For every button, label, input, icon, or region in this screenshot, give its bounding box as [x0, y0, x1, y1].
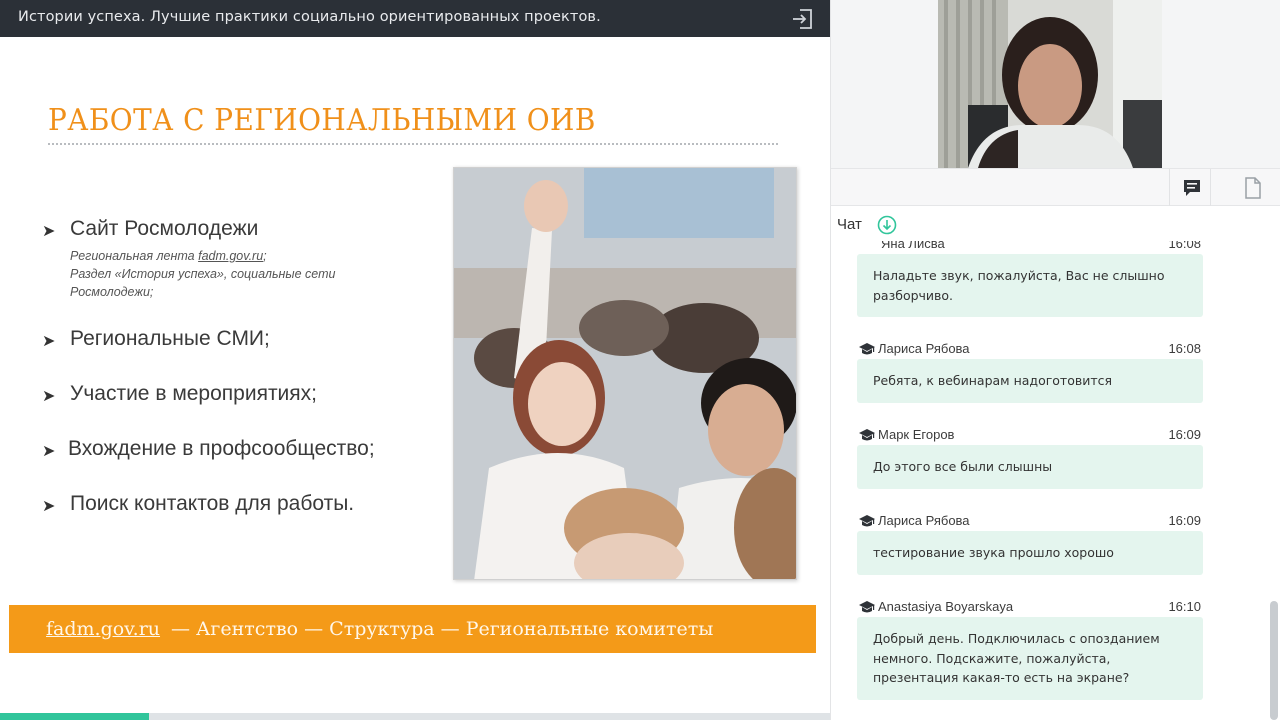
scroll-down-icon[interactable]: [877, 215, 897, 235]
title-divider: [48, 143, 778, 145]
bullet-subtext: Росмолодежи;: [70, 285, 154, 299]
message-meta: Лариса Рябова 16:09: [859, 513, 1203, 529]
message-text: Наладьте звук, пожалуйста, Вас не слышно: [873, 268, 1165, 283]
presentation-header: Истории успеха. Лучшие практики социальн…: [0, 0, 830, 37]
message-time: 16:09: [1168, 513, 1201, 528]
message-time: 16:08: [1168, 240, 1201, 251]
message-meta: Anastasiya Boyarskaya 16:10: [859, 599, 1203, 615]
message-text: разборчиво.: [873, 287, 954, 303]
message-text: тестирование звука прошло хорошо: [873, 545, 1114, 560]
bullet-subtext: Региональная лента fadm.gov.ru;: [70, 249, 267, 263]
chat-header: Чат: [837, 216, 862, 233]
bullet-text: Вхождение в профсообщество;: [68, 437, 375, 460]
document-icon: [1244, 177, 1262, 203]
slide-banner: fadm.gov.ru — Агентство — Структура — Ре…: [9, 605, 816, 653]
graduation-cap-icon: [859, 600, 875, 614]
message-bubble: Ребята, к вебинарам надоготовится: [857, 359, 1203, 403]
arrow-icon: ➤: [42, 441, 56, 460]
message-author: Яна Лисва: [881, 240, 945, 251]
message-meta: Марк Егоров 16:09: [859, 427, 1203, 443]
message-time: 16:09: [1168, 427, 1201, 442]
message-bubble: Наладьте звук, пожалуйста, Вас не слышно…: [857, 254, 1203, 317]
chat-scrollbar[interactable]: [1270, 601, 1278, 720]
documents-tab-button[interactable]: [1231, 169, 1275, 207]
presentation-slide: РАБОТА С РЕГИОНАЛЬНЫМИ ОИВ ➤ Сайт Росмол…: [0, 37, 830, 713]
arrow-icon: ➤: [42, 221, 56, 240]
graduation-cap-icon: [859, 428, 875, 442]
graduation-cap-icon: [859, 514, 875, 528]
chat-bubble-icon: [1182, 178, 1202, 202]
slide-photo: [453, 167, 797, 580]
message-author: Лариса Рябова: [878, 341, 970, 356]
chat-panel: Чат Яна Лисва 16:08 Наладьте звук, пожал…: [831, 206, 1280, 720]
message-text: Ребята, к вебинарам надоготовится: [873, 373, 1113, 388]
message-text: презентация какая-то есть на экране?: [873, 670, 1130, 685]
bullet-text: Сайт Росмолодежи: [70, 217, 259, 240]
bullet-text: Участие в мероприятиях;: [70, 382, 317, 405]
message-bubble: Добрый день. Подключилась с опозданием н…: [857, 617, 1203, 700]
message-author: Anastasiya Boyarskaya: [878, 599, 1014, 614]
webcam-video: [938, 0, 1162, 168]
scroll-mask: [831, 240, 1280, 241]
message-time: 16:10: [1168, 599, 1201, 614]
banner-link[interactable]: fadm.gov.ru: [46, 618, 160, 640]
graduation-cap-icon: [859, 342, 875, 356]
message-author: Марк Егоров: [878, 427, 955, 442]
bullet-text: Поиск контактов для работы.: [70, 492, 355, 515]
message-meta: Лариса Рябова 16:08: [859, 341, 1203, 357]
banner-text: — Агентство — Структура — Региональные к…: [171, 618, 714, 640]
message-meta: Яна Лисва 16:08: [859, 240, 1203, 252]
message-text: До этого все были слышны: [873, 459, 1053, 474]
fadm-link[interactable]: fadm.gov.ru: [198, 249, 263, 263]
chat-tab-button[interactable]: [1169, 169, 1211, 207]
message-text: Добрый день. Подключилась с опозданием: [873, 631, 1160, 646]
arrow-icon: ➤: [42, 496, 56, 515]
exit-icon[interactable]: [791, 7, 815, 31]
message-list: Яна Лисва 16:08 Наладьте звук, пожалуйст…: [831, 240, 1280, 720]
message-time: 16:08: [1168, 341, 1201, 356]
arrow-icon: ➤: [42, 331, 56, 350]
presentation-progress: [0, 713, 830, 720]
message-author: Лариса Рябова: [878, 513, 970, 528]
bullet-text: Региональные СМИ;: [70, 327, 270, 350]
bullet-subtext: Раздел «История успеха», социальные сети: [70, 267, 336, 281]
progress-fill: [0, 713, 150, 720]
side-panel: Чат Яна Лисва 16:08 Наладьте звук, пожал…: [830, 0, 1280, 720]
presentation-title: Истории успеха. Лучшие практики социальн…: [18, 9, 601, 25]
message-text: немного. Подскажите, пожалуйста,: [873, 650, 1111, 666]
slide-title: РАБОТА С РЕГИОНАЛЬНЫМИ ОИВ: [48, 103, 596, 138]
panel-toolbar: [831, 168, 1280, 207]
message-bubble: До этого все были слышны: [857, 445, 1203, 489]
message-bubble: тестирование звука прошло хорошо: [857, 531, 1203, 575]
arrow-icon: ➤: [42, 386, 56, 405]
